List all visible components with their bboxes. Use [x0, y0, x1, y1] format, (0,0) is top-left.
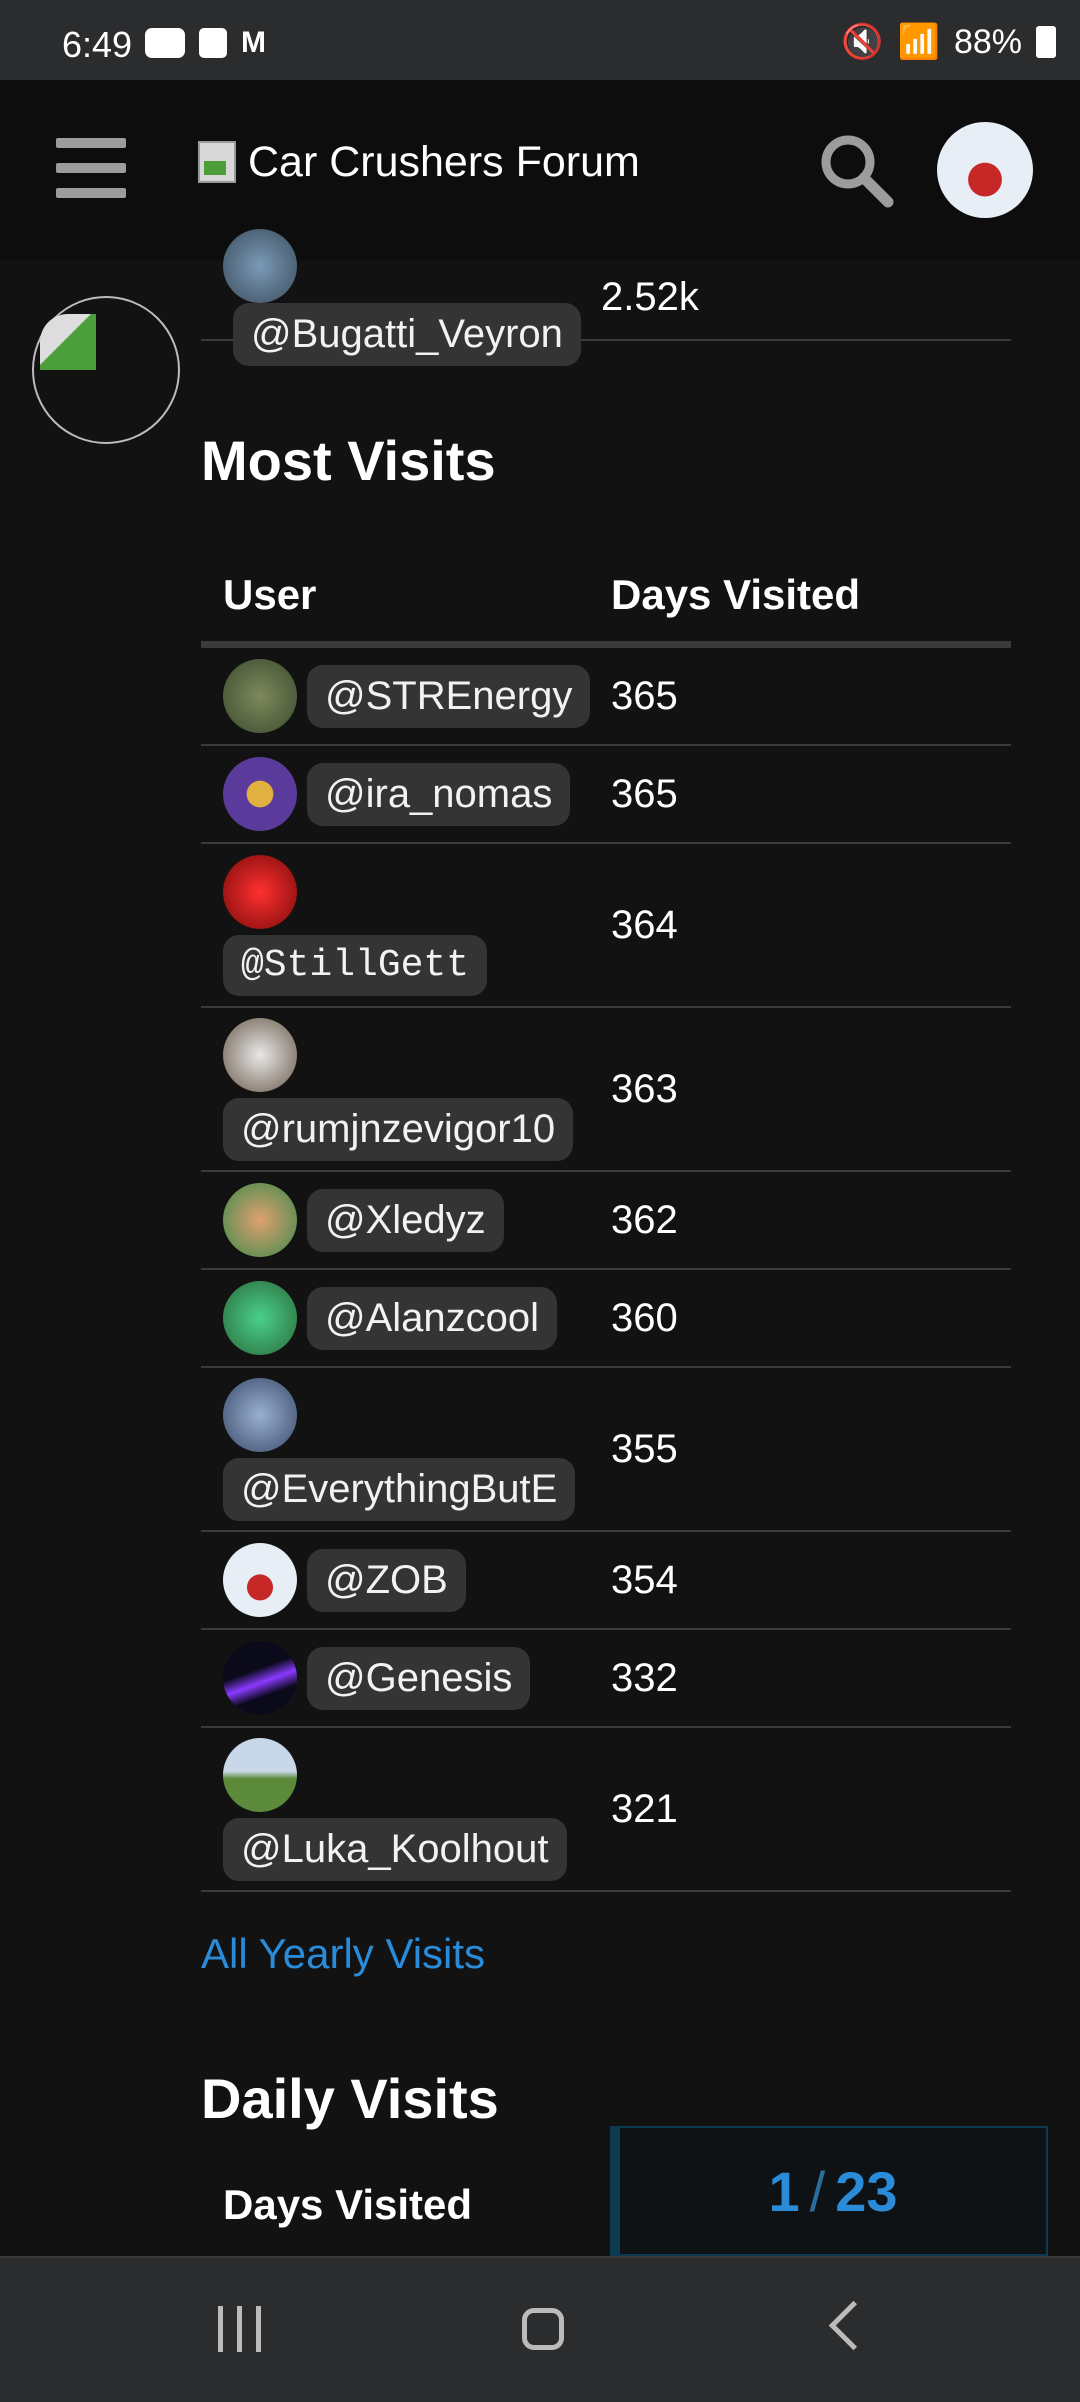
battery-level: 88%: [953, 22, 1022, 61]
avatar[interactable]: [223, 659, 297, 733]
avatar[interactable]: [223, 228, 297, 303]
table-row: @StillGett 364: [201, 844, 1011, 1008]
system-icons: 🔇 📶 88%: [841, 22, 1056, 62]
avatar[interactable]: [223, 854, 297, 929]
table-row: @Genesis 332: [201, 1630, 1011, 1728]
home-icon[interactable]: [522, 2308, 564, 2350]
table-row: @ZOB 354: [201, 1532, 1011, 1630]
username-link[interactable]: @STREnergy: [307, 664, 591, 728]
table-header: User Days Visited: [201, 549, 1011, 648]
previous-table-tail: @Bugatti_Veyron 2.52k: [201, 228, 1011, 366]
avatar[interactable]: [223, 1017, 297, 1092]
stat-value: 2.52k: [601, 274, 699, 319]
username-link[interactable]: @Bugatti_Veyron: [233, 302, 581, 366]
user-avatar[interactable]: [937, 122, 1033, 218]
days-visited: 355: [611, 1426, 678, 1471]
avatar[interactable]: [223, 1737, 297, 1812]
username-link[interactable]: @EverythingButE: [223, 1457, 576, 1521]
avatar[interactable]: [223, 1377, 297, 1452]
user-cell: @Alanzcool: [201, 1281, 605, 1355]
search-icon[interactable]: [816, 130, 896, 210]
hamburger-menu-icon[interactable]: [56, 138, 126, 198]
current-post: 1: [768, 2159, 800, 2223]
days-visited: 365: [611, 673, 678, 718]
status-time: 6:49: [62, 24, 133, 65]
post-progress-indicator[interactable]: 1 / 23: [610, 2126, 1048, 2256]
username-link[interactable]: @Alanzcool: [307, 1286, 558, 1350]
user-cell: @rumjnzevigor10: [201, 1017, 605, 1161]
user-cell: @Luka_Koolhout: [201, 1737, 605, 1881]
table-row: @Luka_Koolhout 321: [201, 1728, 1011, 1892]
days-visited: 360: [611, 1295, 678, 1340]
days-visited: 365: [611, 771, 678, 816]
notification-icons: M: [145, 28, 266, 58]
most-visits-section: Most Visits User Days Visited @STREnergy…: [201, 428, 1011, 2229]
user-cell: @StillGett: [201, 854, 605, 996]
username-link[interactable]: @Luka_Koolhout: [223, 1817, 567, 1881]
user-cell: @Xledyz: [201, 1183, 605, 1257]
table-row: @Bugatti_Veyron 2.52k: [201, 228, 1011, 366]
days-visited: 321: [611, 1786, 678, 1831]
user-cell: @EverythingButE: [201, 1377, 605, 1521]
avatar[interactable]: [223, 757, 297, 831]
avatar[interactable]: [223, 1281, 297, 1355]
recents-icon[interactable]: [218, 2306, 261, 2352]
avatar[interactable]: [223, 1641, 297, 1715]
username-link[interactable]: @Xledyz: [307, 1188, 504, 1252]
system-nav-bar: [0, 2256, 1080, 2402]
checkbox-notification-icon: [199, 28, 227, 58]
username-link[interactable]: @StillGett: [223, 934, 488, 996]
user-cell: @Genesis: [201, 1641, 605, 1715]
wifi-icon: 📶: [897, 23, 940, 61]
user-cell: @Bugatti_Veyron: [201, 228, 605, 366]
section-title: Daily Visits: [201, 2067, 499, 2130]
battery-icon: [1036, 26, 1056, 58]
days-visited: 364: [611, 902, 678, 947]
days-visited: 362: [611, 1197, 678, 1242]
avatar[interactable]: [223, 1183, 297, 1257]
all-yearly-visits-link[interactable]: All Yearly Visits: [201, 1930, 1011, 1978]
days-visited: 363: [611, 1066, 678, 1111]
avatar[interactable]: [223, 1543, 297, 1617]
table-row: @EverythingButE 355: [201, 1368, 1011, 1532]
user-cell: @ira_nomas: [201, 757, 605, 831]
back-icon[interactable]: [828, 2300, 879, 2351]
user-cell: @STREnergy: [201, 659, 605, 733]
table-row: @Alanzcool 360: [201, 1270, 1011, 1368]
mute-icon: 🔇: [841, 23, 884, 61]
username-link[interactable]: @ira_nomas: [307, 762, 571, 826]
table-row: @rumjnzevigor10 363: [201, 1008, 1011, 1172]
section-title: Most Visits: [201, 429, 496, 492]
username-link[interactable]: @Genesis: [307, 1646, 531, 1710]
site-logo-link[interactable]: Car Crushers Forum: [196, 138, 640, 187]
site-title: Car Crushers Forum: [248, 138, 640, 186]
column-header-user: User: [223, 571, 317, 618]
table-row: @ira_nomas 365: [201, 746, 1011, 844]
sidebar-avatar[interactable]: [32, 296, 180, 444]
user-cell: @ZOB: [201, 1543, 605, 1617]
broken-image-icon: [196, 139, 244, 187]
table-row: @Xledyz 362: [201, 1172, 1011, 1270]
total-posts: 23: [835, 2159, 898, 2223]
username-link[interactable]: @ZOB: [307, 1548, 466, 1612]
days-visited: 354: [611, 1557, 678, 1602]
table-row: @STREnergy 365: [201, 648, 1011, 746]
column-header-days: Days Visited: [611, 571, 861, 618]
youtube-icon: [145, 28, 185, 58]
days-visited: 332: [611, 1655, 678, 1700]
username-link[interactable]: @rumjnzevigor10: [223, 1097, 574, 1161]
broken-image-icon: [40, 314, 96, 370]
status-bar: 6:49 M 🔇 📶 88%: [0, 0, 1080, 80]
pager-separator: /: [809, 2159, 826, 2223]
gmail-icon: M: [241, 26, 266, 59]
